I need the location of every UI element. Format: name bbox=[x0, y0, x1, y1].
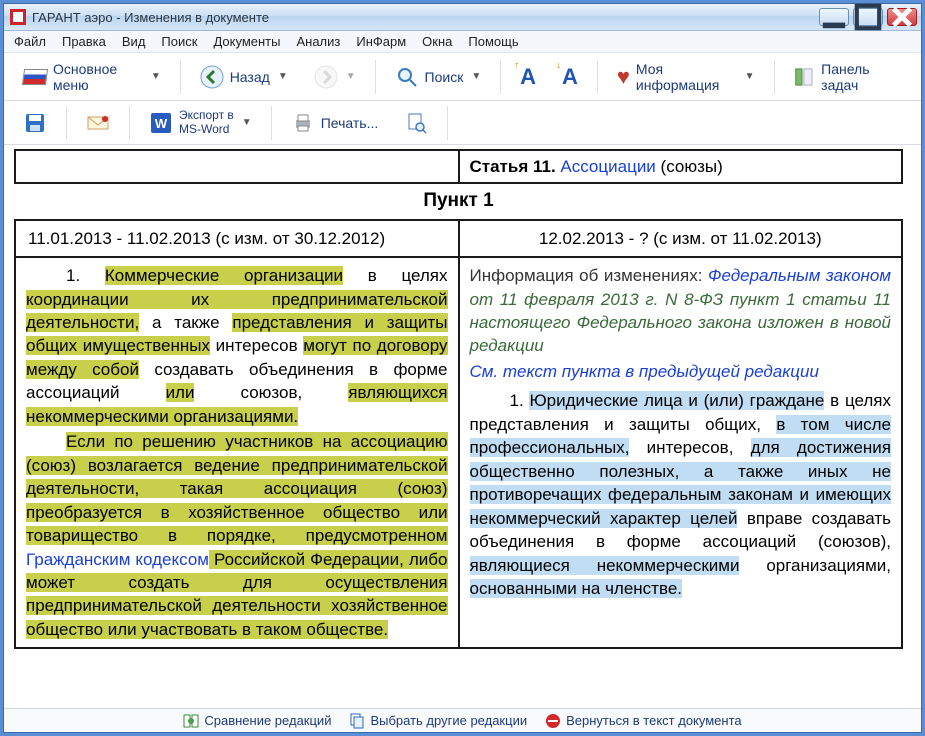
empty-cell bbox=[15, 150, 459, 183]
statusbar: Сравнение редакций Выбрать другие редакц… bbox=[4, 708, 921, 732]
menu-search[interactable]: Поиск bbox=[153, 31, 205, 52]
menu-infarm[interactable]: ИнФарм bbox=[348, 31, 414, 52]
titlebar: ГАРАНТ аэро - Изменения в документе bbox=[4, 4, 921, 31]
heart-icon: ♥ bbox=[617, 66, 630, 88]
chevron-down-icon: ▼ bbox=[745, 71, 755, 82]
chevron-down-icon: ▼ bbox=[471, 71, 481, 82]
panel-icon bbox=[793, 65, 815, 89]
article-header-cell: Статья 11. Ассоциации (союзы) bbox=[459, 150, 903, 183]
chevron-down-icon: ▼ bbox=[278, 71, 288, 82]
back-button[interactable]: Назад ▼ bbox=[189, 60, 299, 94]
my-info-button[interactable]: ♥ Моя информация ▼ bbox=[606, 60, 766, 94]
toolbar-main: Основное меню ▼ Назад ▼ ▼ Поиск ▼ bbox=[4, 53, 921, 101]
old-version-cell: 1. Коммерческие организации в целях коор… bbox=[15, 257, 459, 648]
task-panel-button[interactable]: Панель задач bbox=[782, 60, 913, 94]
toolbar-secondary: W Экспорт вMS-Word ▼ Печать... bbox=[4, 101, 921, 145]
search-button[interactable]: Поиск ▼ bbox=[384, 60, 493, 94]
svg-text:W: W bbox=[155, 116, 168, 131]
font-increase-button[interactable]: A↑ bbox=[509, 60, 547, 94]
print-icon bbox=[291, 111, 315, 135]
menu-file[interactable]: Файл bbox=[6, 31, 54, 52]
compare-icon bbox=[183, 713, 199, 729]
font-larger-icon: A↑ bbox=[520, 64, 536, 90]
save-button[interactable] bbox=[12, 106, 58, 140]
disk-icon bbox=[23, 111, 47, 135]
forward-icon bbox=[314, 65, 338, 89]
choose-editions-button[interactable]: Выбрать другие редакции bbox=[349, 713, 527, 729]
comparison-table: Статья 11. Ассоциации (союзы) Пункт 1 11… bbox=[14, 149, 903, 649]
search-icon bbox=[395, 65, 419, 89]
no-entry-icon bbox=[545, 713, 561, 729]
maximize-button[interactable] bbox=[853, 8, 883, 26]
article-link[interactable]: Ассоциации bbox=[560, 157, 655, 176]
flag-icon bbox=[23, 65, 47, 89]
window-buttons bbox=[819, 8, 917, 26]
compare-editions-button[interactable]: Сравнение редакций bbox=[183, 713, 331, 729]
date-range-right: 12.02.2013 - ? (с изм. от 11.02.2013) bbox=[459, 220, 903, 257]
main-menu-button[interactable]: Основное меню ▼ bbox=[12, 60, 172, 94]
federal-law-link[interactable]: Федеральным законом bbox=[708, 266, 891, 285]
print-preview-icon bbox=[404, 111, 428, 135]
menu-windows[interactable]: Окна bbox=[414, 31, 460, 52]
export-word-button[interactable]: W Экспорт вMS-Word ▼ bbox=[138, 106, 263, 140]
chevron-down-icon: ▼ bbox=[346, 71, 356, 82]
window-title: ГАРАНТ аэро - Изменения в документе bbox=[32, 10, 269, 25]
menu-documents[interactable]: Документы bbox=[205, 31, 288, 52]
new-version-cell: Информация об изменениях: Федеральным за… bbox=[459, 257, 903, 648]
word-icon: W bbox=[149, 111, 173, 135]
civil-code-link[interactable]: Гражданским кодексом bbox=[26, 550, 209, 569]
back-icon bbox=[200, 65, 224, 89]
font-smaller-icon: A↓ bbox=[562, 64, 578, 90]
date-range-left: 11.01.2013 - 11.02.2013 (с изм. от 30.12… bbox=[15, 220, 459, 257]
punkt-heading: Пункт 1 bbox=[15, 183, 902, 219]
menu-help[interactable]: Помощь bbox=[460, 31, 526, 52]
menu-edit[interactable]: Правка bbox=[54, 31, 114, 52]
mail-icon bbox=[86, 111, 110, 135]
menubar: Файл Правка Вид Поиск Документы Анализ И… bbox=[4, 31, 921, 53]
choose-icon bbox=[349, 713, 365, 729]
mail-button[interactable] bbox=[75, 106, 121, 140]
chevron-down-icon: ▼ bbox=[242, 117, 252, 128]
close-button[interactable] bbox=[887, 8, 917, 26]
minimize-button[interactable] bbox=[819, 8, 849, 26]
app-icon bbox=[10, 9, 26, 25]
app-window: ГАРАНТ аэро - Изменения в документе Файл… bbox=[3, 3, 922, 733]
return-to-text-button[interactable]: Вернуться в текст документа bbox=[545, 713, 742, 729]
print-button[interactable]: Печать... bbox=[280, 106, 390, 140]
menu-view[interactable]: Вид bbox=[114, 31, 154, 52]
font-decrease-button[interactable]: A↓ bbox=[551, 60, 589, 94]
menu-analysis[interactable]: Анализ bbox=[288, 31, 348, 52]
document-content: Статья 11. Ассоциации (союзы) Пункт 1 11… bbox=[4, 145, 921, 708]
forward-button[interactable]: ▼ bbox=[303, 60, 367, 94]
chevron-down-icon: ▼ bbox=[151, 71, 161, 82]
print-preview-button[interactable] bbox=[393, 106, 439, 140]
see-prev-link[interactable]: См. текст пункта в предыдущей редакции bbox=[470, 360, 892, 383]
